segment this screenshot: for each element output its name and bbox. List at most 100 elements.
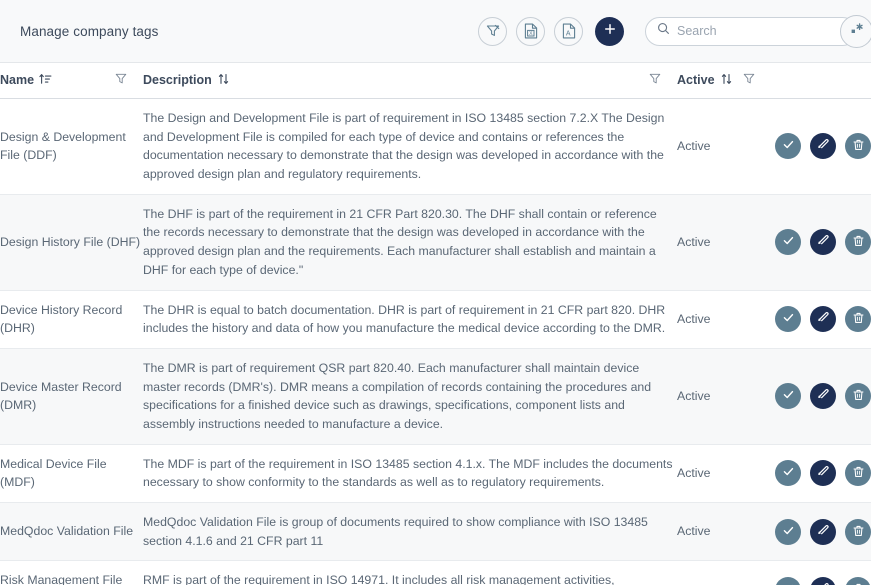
edit-button[interactable] <box>810 518 836 545</box>
table-body: Design & Development File (DDF) The Desig… <box>0 98 871 585</box>
cell-row-actions <box>767 502 871 562</box>
table-row[interactable]: Design History File (DHF) The DHF is part… <box>0 194 871 291</box>
edit-button[interactable] <box>810 229 836 256</box>
search-input[interactable] <box>677 24 846 38</box>
search-icon <box>657 22 670 40</box>
table-header-row: Name Description Active <box>0 63 871 99</box>
column-header-name-label: Name <box>0 73 35 87</box>
clear-filter-icon <box>486 24 500 38</box>
row-action-group <box>767 518 871 545</box>
edit-button[interactable] <box>810 460 836 487</box>
row-action-group <box>767 577 871 585</box>
table-row[interactable]: Medical Device File (MDF) The MDF is part… <box>0 444 871 504</box>
clear-filter-button[interactable] <box>478 16 507 46</box>
table-row[interactable]: Design & Development File (DDF) The Desig… <box>0 98 871 195</box>
table-row[interactable]: MedQdoc Validation File MedQdoc Validatio… <box>0 502 871 562</box>
search-box[interactable] <box>645 16 857 46</box>
cell-active-status: Active <box>677 194 767 291</box>
delete-button[interactable] <box>845 229 871 256</box>
cell-name: Device Master Record (DMR) <box>0 348 143 445</box>
approve-button[interactable] <box>775 383 801 410</box>
row-action-group <box>767 133 871 160</box>
delete-button[interactable] <box>845 133 871 160</box>
row-action-group <box>767 383 871 410</box>
table-row[interactable]: Device Master Record (DMR) The DMR is par… <box>0 348 871 445</box>
cell-name: Device History Record (DHR) <box>0 290 143 349</box>
column-header-active-label: Active <box>677 73 715 87</box>
table-row[interactable]: Device History Record (DHR) The DHR is eq… <box>0 290 871 349</box>
approve-button[interactable] <box>775 460 801 487</box>
column-header-name[interactable]: Name <box>0 63 115 99</box>
cell-description: The DHF is part of the requirement in 21… <box>143 194 677 291</box>
pencil-icon <box>817 138 830 154</box>
sort-none-icon[interactable] <box>217 73 230 88</box>
column-header-actions <box>767 63 871 99</box>
pencil-icon <box>817 524 830 540</box>
check-icon <box>782 388 795 404</box>
cell-row-actions <box>767 98 871 195</box>
filter-funnel-icon <box>115 72 135 88</box>
trash-icon <box>852 234 865 250</box>
approve-button[interactable] <box>775 306 801 333</box>
cell-description: MedQdoc Validation File is group of docu… <box>143 502 677 562</box>
cell-description: The DMR is part of requirement QSR part … <box>143 348 677 445</box>
tags-table-area: Name Description Active Design & Develop… <box>0 63 871 585</box>
trash-icon <box>852 524 865 540</box>
export-pdf-button[interactable]: A <box>554 16 583 46</box>
export-excel-button[interactable]: X <box>516 16 545 46</box>
column-header-description-label: Description <box>143 73 212 87</box>
sort-ascending-icon[interactable] <box>39 73 52 88</box>
cell-row-actions <box>767 348 871 445</box>
manage-company-tags-page: Manage company tags X A Search Name Desc… <box>0 0 871 585</box>
delete-button[interactable] <box>845 577 871 585</box>
cell-active-status: Active <box>677 444 767 504</box>
approve-button[interactable] <box>775 229 801 256</box>
search-area <box>645 14 871 48</box>
cell-active-status: Active <box>677 348 767 445</box>
row-action-group <box>767 229 871 256</box>
filter-funnel-icon <box>743 72 759 88</box>
tags-table: Name Description Active Design & Develop… <box>0 63 871 585</box>
approve-button[interactable] <box>775 133 801 160</box>
cell-active-status: Active <box>677 560 767 585</box>
cell-row-actions <box>767 560 871 585</box>
approve-button[interactable] <box>775 577 801 585</box>
filter-name-column-button[interactable] <box>115 63 143 99</box>
wildcard-search-button[interactable] <box>840 14 871 48</box>
row-action-group <box>767 306 871 333</box>
trash-icon <box>852 465 865 481</box>
column-header-description[interactable]: Description <box>143 63 649 99</box>
toolbar: Manage company tags X A Search <box>0 0 871 63</box>
cell-description: The MDF is part of the requirement in IS… <box>143 444 677 504</box>
page-title: Manage company tags <box>20 23 159 39</box>
delete-button[interactable] <box>845 383 871 410</box>
sort-none-icon[interactable] <box>720 73 733 88</box>
filter-description-column-button[interactable] <box>649 63 677 99</box>
delete-button[interactable] <box>845 306 871 333</box>
edit-button[interactable] <box>810 306 836 333</box>
edit-button[interactable] <box>810 133 836 160</box>
edit-button[interactable] <box>810 383 836 410</box>
cell-name: MedQdoc Validation File <box>0 502 143 562</box>
pencil-icon <box>817 311 830 327</box>
delete-button[interactable] <box>845 460 871 487</box>
filter-active-column-button[interactable] <box>743 63 767 99</box>
column-header-active[interactable]: Active <box>677 63 743 99</box>
export-excel-icon: X <box>524 23 538 39</box>
cell-row-actions <box>767 444 871 504</box>
approve-button[interactable] <box>775 518 801 545</box>
cell-description: The Design and Development File is part … <box>143 98 677 195</box>
table-row[interactable]: Risk Management File (RMF)RMF is part of… <box>0 560 871 585</box>
cell-description: The DHR is equal to batch documentation.… <box>143 290 677 349</box>
plus-icon <box>603 22 617 41</box>
cell-active-status: Active <box>677 98 767 195</box>
pencil-icon <box>817 465 830 481</box>
add-tag-button[interactable] <box>595 16 624 46</box>
cell-name: Risk Management File (RMF) <box>0 560 143 585</box>
cell-name: Design & Development File (DDF) <box>0 98 143 195</box>
edit-button[interactable] <box>810 577 836 585</box>
pencil-icon <box>817 234 830 250</box>
cell-name: Design History File (DHF) <box>0 194 143 291</box>
cell-active-status: Active <box>677 502 767 562</box>
delete-button[interactable] <box>845 518 871 545</box>
